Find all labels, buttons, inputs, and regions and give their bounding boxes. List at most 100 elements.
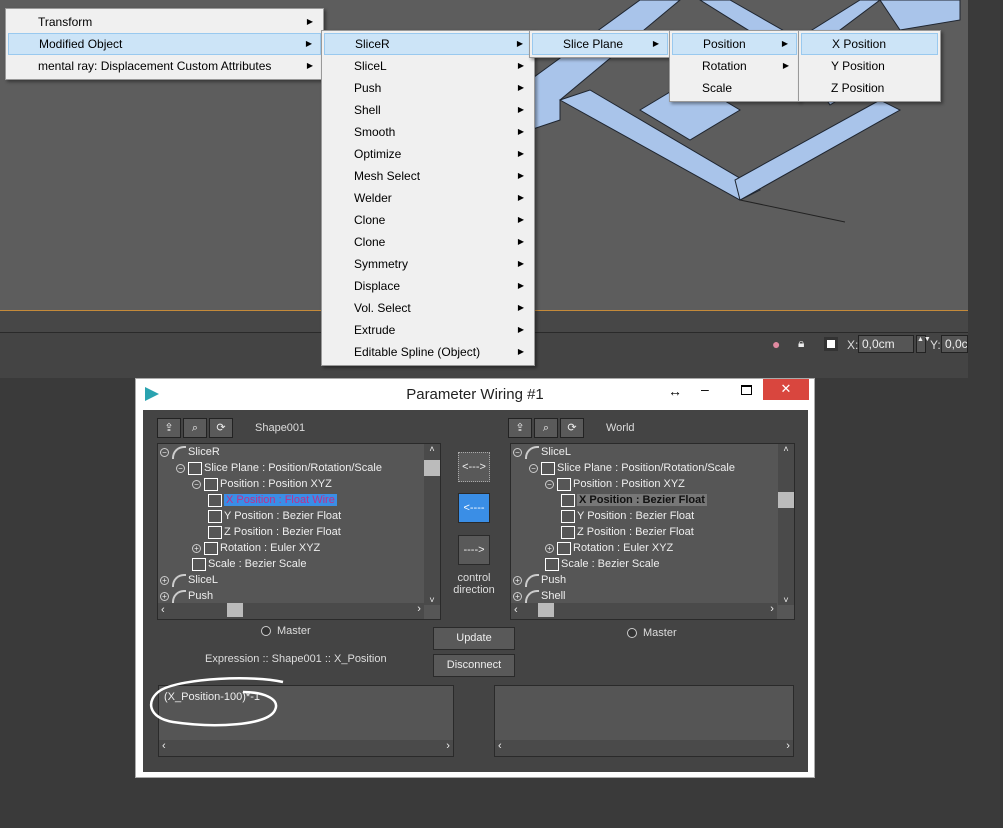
left-object-name: Shape001 xyxy=(255,422,306,434)
horizontal-scrollbar[interactable]: ‹ › xyxy=(511,603,777,619)
tree-node[interactable]: Scale : Bezier Scale xyxy=(545,556,659,572)
expand-toggle-icon[interactable]: − xyxy=(176,463,185,473)
left-direction-button[interactable]: <---- xyxy=(458,493,490,523)
selection-mode-icon[interactable] xyxy=(824,337,838,351)
tree-node-label: Push xyxy=(541,574,567,586)
menu-label: Symmetry xyxy=(354,257,408,271)
tree-node[interactable]: − Position : Position XYZ xyxy=(545,476,685,492)
expand-toggle-icon[interactable]: + xyxy=(513,591,522,601)
menu-item-symmetry[interactable]: Symmetry ▶ xyxy=(324,253,532,275)
tree-node[interactable]: Scale : Bezier Scale xyxy=(192,556,306,572)
controller-icon xyxy=(561,493,575,507)
tree-node[interactable]: Y Position : Bezier Float xyxy=(561,508,694,524)
tree-node[interactable]: + SliceL xyxy=(160,572,218,588)
tree-node[interactable]: + Push xyxy=(160,588,213,604)
vertical-scrollbar[interactable]: ˄ ˅ xyxy=(424,444,440,605)
submenu-arrow-icon: ▶ xyxy=(517,281,524,290)
submenu-arrow-icon: ▶ xyxy=(306,61,313,70)
tree-node[interactable]: X Position : Float Wire xyxy=(208,492,337,508)
tree-node[interactable]: − SliceR xyxy=(160,444,220,460)
menu-item-smooth[interactable]: Smooth ▶ xyxy=(324,121,532,143)
right-expression-textarea[interactable]: ‹ › xyxy=(494,685,794,757)
menu-item-push[interactable]: Push ▶ xyxy=(324,77,532,99)
menu-item-rotation[interactable]: Rotation ▶ xyxy=(672,55,797,77)
tree-node[interactable]: Z Position : Bezier Float xyxy=(208,524,341,540)
up-level-button[interactable]: ⇪ xyxy=(157,418,181,438)
menu-item-editable-spline-object-[interactable]: Editable Spline (Object) ▶ xyxy=(324,341,532,363)
expand-toggle-icon[interactable]: − xyxy=(545,479,554,489)
menu-item-extrude[interactable]: Extrude ▶ xyxy=(324,319,532,341)
expand-toggle-icon[interactable]: + xyxy=(160,591,169,601)
menu-item-z-position[interactable]: Z Position xyxy=(801,77,938,99)
expand-toggle-icon[interactable]: + xyxy=(545,543,554,553)
close-button[interactable]: ✕ xyxy=(763,379,809,400)
refresh-button-right[interactable]: ⟳ xyxy=(560,418,584,438)
menu-item-clone[interactable]: Clone ▶ xyxy=(324,231,532,253)
menu-item-vol-select[interactable]: Vol. Select ▶ xyxy=(324,297,532,319)
menu-label: Push xyxy=(354,81,382,95)
menu-item-clone[interactable]: Clone ▶ xyxy=(324,209,532,231)
tree-node[interactable]: − Position : Position XYZ xyxy=(192,476,332,492)
tree-node[interactable]: − Slice Plane : Position/Rotation/Scale xyxy=(176,460,382,476)
right-direction-button[interactable]: ----> xyxy=(458,535,490,565)
menu-item-transform[interactable]: Transform ▶ xyxy=(8,11,321,33)
tree-node[interactable]: Z Position : Bezier Float xyxy=(561,524,694,540)
tree-node[interactable]: − SliceL xyxy=(513,444,571,460)
pin-icon[interactable]: ● xyxy=(772,336,780,352)
update-button[interactable]: Update xyxy=(433,627,515,650)
find-button[interactable]: ⌕ xyxy=(183,418,207,438)
x-coordinate-input[interactable]: 0,0cm xyxy=(858,335,914,353)
menu-item-slicer[interactable]: SliceR ▶ xyxy=(324,33,532,55)
tree-node[interactable]: Y Position : Bezier Float xyxy=(208,508,341,524)
right-tree[interactable]: − SliceL − Slice Plane : Position/Rotation/… xyxy=(510,443,795,620)
menu-item-scale[interactable]: Scale xyxy=(672,77,797,99)
expand-toggle-icon[interactable]: + xyxy=(513,575,522,585)
expand-toggle-icon[interactable]: + xyxy=(160,575,169,585)
menu-item-optimize[interactable]: Optimize ▶ xyxy=(324,143,532,165)
tree-node-label: X Position : Bezier Float xyxy=(577,494,707,506)
controller-icon xyxy=(545,557,559,571)
menu-item-slice-plane[interactable]: Slice Plane ▶ xyxy=(532,33,668,55)
expand-toggle-icon[interactable]: − xyxy=(513,447,522,457)
expand-toggle-icon[interactable]: − xyxy=(529,463,538,473)
tree-node[interactable]: + Rotation : Euler XYZ xyxy=(192,540,320,556)
tree-node[interactable]: − Slice Plane : Position/Rotation/Scale xyxy=(529,460,735,476)
expand-toggle-icon[interactable]: + xyxy=(192,543,201,553)
resize-icon[interactable]: ↔ xyxy=(668,383,682,399)
vertical-scrollbar[interactable]: ˄ ˅ xyxy=(778,444,794,605)
menu-item-displace[interactable]: Displace ▶ xyxy=(324,275,532,297)
menu-item-position[interactable]: Position ▶ xyxy=(672,33,797,55)
expand-toggle-icon[interactable]: − xyxy=(160,447,169,457)
refresh-button[interactable]: ⟳ xyxy=(209,418,233,438)
menu-item-mental-ray[interactable]: mental ray: Displacement Custom Attribut… xyxy=(8,55,321,77)
maximize-button[interactable] xyxy=(741,385,752,395)
tree-node[interactable]: + Rotation : Euler XYZ xyxy=(545,540,673,556)
menu-item-x-position[interactable]: X Position xyxy=(801,33,938,55)
tree-node[interactable]: X Position : Bezier Float xyxy=(561,492,707,508)
submenu-arrow-icon: ▶ xyxy=(517,127,524,136)
menu-label: mental ray: Displacement Custom Attribut… xyxy=(38,59,272,73)
controller-icon xyxy=(172,589,186,603)
minimize-button[interactable]: – xyxy=(701,381,709,397)
horizontal-scrollbar[interactable]: ‹ › xyxy=(495,740,793,756)
up-level-button-right[interactable]: ⇪ xyxy=(508,418,532,438)
tree-node[interactable]: + Shell xyxy=(513,588,565,604)
left-tree[interactable]: − SliceR − Slice Plane : Position/Rotation/… xyxy=(157,443,441,620)
master-radio-left[interactable] xyxy=(261,626,271,636)
bidirectional-button[interactable]: <---> xyxy=(458,452,490,482)
y-coordinate-input[interactable]: 0,0cm xyxy=(941,335,968,353)
menu-item-y-position[interactable]: Y Position xyxy=(801,55,938,77)
horizontal-scrollbar[interactable]: ‹ › xyxy=(158,603,424,619)
master-radio-right[interactable] xyxy=(627,628,637,638)
menu-item-welder[interactable]: Welder ▶ xyxy=(324,187,532,209)
expand-toggle-icon[interactable]: − xyxy=(192,479,201,489)
menu-item-mesh-select[interactable]: Mesh Select ▶ xyxy=(324,165,532,187)
tree-node[interactable]: + Push xyxy=(513,572,566,588)
x-spinner[interactable]: ▲▼ xyxy=(916,335,931,353)
lock-icon[interactable]: 🔒︎ xyxy=(798,336,804,351)
disconnect-button[interactable]: Disconnect xyxy=(433,654,515,677)
menu-item-slicel[interactable]: SliceL ▶ xyxy=(324,55,532,77)
menu-item-shell[interactable]: Shell ▶ xyxy=(324,99,532,121)
menu-item-modified-object[interactable]: Modified Object ▶ xyxy=(8,33,321,55)
find-button-right[interactable]: ⌕ xyxy=(534,418,558,438)
